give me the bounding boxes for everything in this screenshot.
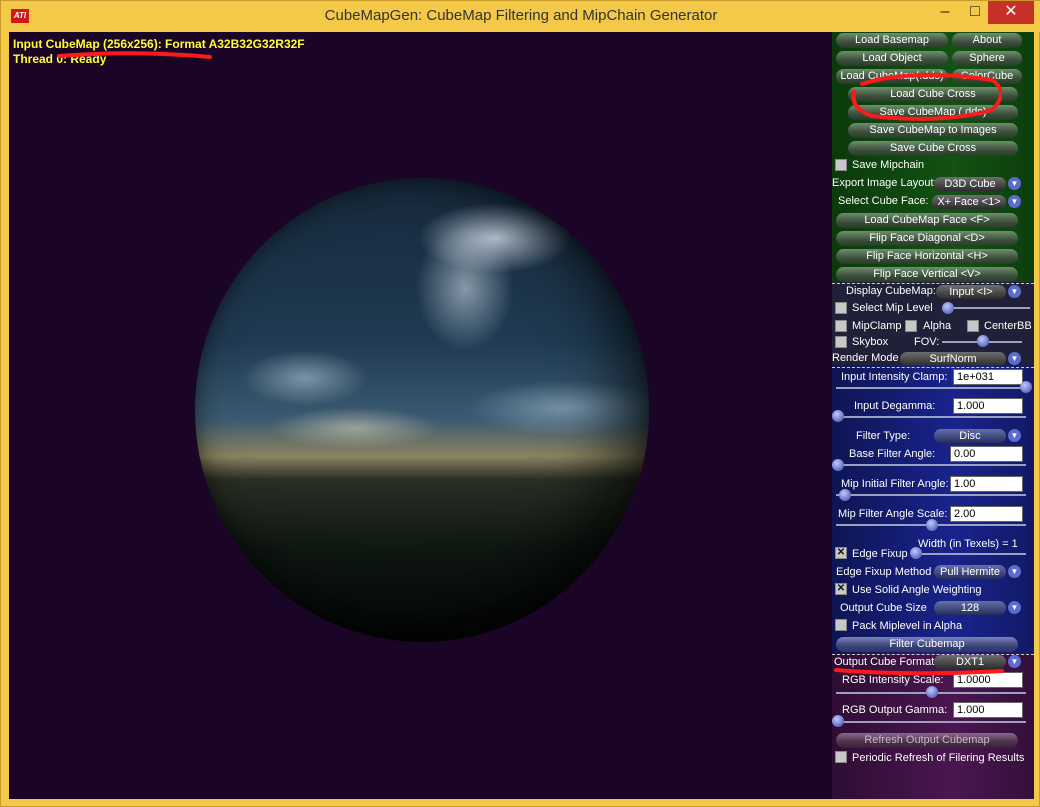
title-bar: ATI CubeMapGen: CubeMap Filtering and Mi…	[1, 1, 1040, 32]
chevron-down-icon[interactable]: ▼	[1008, 195, 1021, 208]
rgb-scale-slider-knob[interactable]	[926, 686, 938, 698]
save-mipchain-label: Save Mipchain	[852, 159, 925, 171]
chevron-down-icon[interactable]: ▼	[1008, 565, 1021, 578]
mip-level-slider-track[interactable]	[942, 307, 1030, 309]
select-face-label: Select Cube Face:	[838, 195, 929, 207]
export-layout-label: Export Image Layout:	[832, 177, 937, 189]
render-mode-label: Render Mode	[832, 352, 899, 364]
centerbb-label: CenterBB	[984, 320, 1032, 332]
solid-angle-label: Use Solid Angle Weighting	[852, 584, 982, 596]
mip-scale-slider-knob[interactable]	[926, 519, 938, 531]
rgb-output-gamma-label: RGB Output Gamma:	[842, 704, 948, 716]
refresh-output-button[interactable]: Refresh Output Cubemap	[836, 733, 1018, 748]
chevron-down-icon[interactable]: ▼	[1008, 352, 1021, 365]
mipclamp-label: MipClamp	[852, 320, 902, 332]
chevron-down-icon[interactable]: ▼	[1008, 285, 1021, 298]
save-cube-cross-button[interactable]: Save Cube Cross	[848, 141, 1018, 156]
flip-diagonal-button[interactable]: Flip Face Diagonal <D>	[836, 231, 1018, 246]
base-filter-angle-label: Base Filter Angle:	[849, 448, 936, 460]
degamma-slider-track[interactable]	[836, 416, 1026, 418]
output-cube-size-dropdown[interactable]: 128	[934, 601, 1006, 615]
save-mipchain-checkbox[interactable]	[835, 159, 847, 171]
load-basemap-button[interactable]: Load Basemap	[836, 33, 948, 48]
fov-label: FOV:	[914, 336, 940, 348]
save-cubemap-images-button[interactable]: Save CubeMap to Images	[848, 123, 1018, 138]
base-angle-slider-track[interactable]	[836, 464, 1026, 466]
intensity-clamp-slider-knob[interactable]	[1020, 381, 1032, 393]
filter-cubemap-button[interactable]: Filter Cubemap	[836, 637, 1018, 652]
display-cubemap-dropdown[interactable]: Input <I>	[936, 285, 1006, 299]
mip-initial-slider-knob[interactable]	[839, 489, 851, 501]
red-annotation-underline	[834, 668, 1004, 676]
filter-type-dropdown[interactable]: Disc	[934, 429, 1006, 443]
edge-fixup-checkbox[interactable]: ✕	[835, 547, 847, 559]
about-button[interactable]: About	[952, 33, 1022, 48]
section-divider	[832, 283, 1034, 284]
flip-vertical-button[interactable]: Flip Face Vertical <V>	[836, 267, 1018, 282]
edge-fixup-slider-track[interactable]	[912, 553, 1026, 555]
edge-fixup-label: Edge Fixup	[852, 548, 908, 560]
solid-angle-checkbox[interactable]: ✕	[835, 583, 847, 595]
flip-horizontal-button[interactable]: Flip Face Horizontal <H>	[836, 249, 1018, 264]
red-annotation-circle	[851, 72, 1002, 121]
input-intensity-clamp-label: Input Intensity Clamp:	[841, 371, 948, 383]
window-title: CubeMapGen: CubeMap Filtering and MipCha…	[324, 7, 718, 24]
select-face-dropdown[interactable]: X+ Face <1>	[932, 195, 1006, 209]
degamma-slider-knob[interactable]	[832, 410, 844, 422]
input-degamma-field[interactable]: 1.000	[953, 398, 1023, 414]
output-cube-size-label: Output Cube Size	[840, 602, 927, 614]
render-mode-dropdown[interactable]: SurfNorm	[900, 352, 1006, 366]
edge-fixup-method-label: Edge Fixup Method	[836, 566, 932, 578]
mip-initial-slider-track[interactable]	[836, 494, 1026, 496]
pack-miplevel-checkbox[interactable]	[835, 619, 847, 631]
gamma-slider-knob[interactable]	[832, 715, 844, 727]
chevron-down-icon[interactable]: ▼	[1008, 655, 1021, 668]
sphere-shading	[195, 178, 649, 642]
alpha-checkbox[interactable]	[905, 320, 917, 332]
skybox-label: Skybox	[852, 336, 889, 348]
chevron-down-icon[interactable]: ▼	[1008, 177, 1021, 190]
alpha-label: Alpha	[923, 320, 952, 332]
control-panel: Load Basemap About Load Object Sphere Lo…	[832, 32, 1034, 799]
render-viewport[interactable]: Input CubeMap (256x256): Format A32B32G3…	[9, 32, 832, 799]
gamma-slider-track[interactable]	[836, 721, 1026, 723]
select-mip-level-checkbox[interactable]	[835, 302, 847, 314]
filter-type-label: Filter Type:	[856, 430, 911, 442]
input-intensity-clamp-field[interactable]: 1e+031	[953, 369, 1023, 385]
load-cubemap-face-button[interactable]: Load CubeMap Face <F>	[836, 213, 1018, 228]
edge-fixup-slider-knob[interactable]	[910, 547, 922, 559]
mip-initial-filter-angle-label: Mip Initial Filter Angle:	[841, 478, 949, 490]
maximize-button[interactable]: □	[961, 1, 989, 24]
load-object-button[interactable]: Load Object	[836, 51, 948, 66]
section-divider	[832, 367, 1034, 368]
rgb-output-gamma-field[interactable]: 1.000	[953, 702, 1023, 718]
skybox-checkbox[interactable]	[835, 336, 847, 348]
mipclamp-checkbox[interactable]	[835, 320, 847, 332]
close-button[interactable]: ✕	[988, 1, 1034, 24]
input-degamma-label: Input Degamma:	[854, 400, 936, 412]
mip-filter-angle-scale-field[interactable]: 2.00	[950, 506, 1023, 522]
fov-slider-knob[interactable]	[977, 335, 989, 347]
edge-fixup-method-dropdown[interactable]: Pull Hermite	[934, 565, 1006, 579]
select-mip-level-label: Select Mip Level	[852, 302, 933, 314]
section-divider	[832, 654, 1034, 655]
periodic-refresh-label: Periodic Refresh of Filering Results	[852, 752, 1025, 764]
periodic-refresh-checkbox[interactable]	[835, 751, 847, 763]
display-cubemap-label: Display CubeMap:	[846, 285, 936, 297]
minimize-button[interactable]: –	[931, 1, 959, 24]
base-angle-slider-knob[interactable]	[832, 459, 844, 471]
centerbb-checkbox[interactable]	[967, 320, 979, 332]
pack-miplevel-label: Pack Miplevel in Alpha	[852, 620, 963, 632]
chevron-down-icon[interactable]: ▼	[1008, 429, 1021, 442]
export-layout-dropdown[interactable]: D3D Cube	[934, 177, 1006, 191]
width-in-texels-label: Width (in Texels) = 1	[918, 538, 1018, 550]
intensity-clamp-slider-track[interactable]	[836, 387, 1026, 389]
red-annotation-underline	[57, 51, 212, 59]
app-window: ATI CubeMapGen: CubeMap Filtering and Mi…	[0, 0, 1040, 807]
mip-level-slider-knob[interactable]	[942, 302, 954, 314]
mip-initial-filter-angle-field[interactable]: 1.00	[950, 476, 1023, 492]
sphere-button[interactable]: Sphere	[952, 51, 1022, 66]
chevron-down-icon[interactable]: ▼	[1008, 601, 1021, 614]
base-filter-angle-field[interactable]: 0.00	[950, 446, 1023, 462]
